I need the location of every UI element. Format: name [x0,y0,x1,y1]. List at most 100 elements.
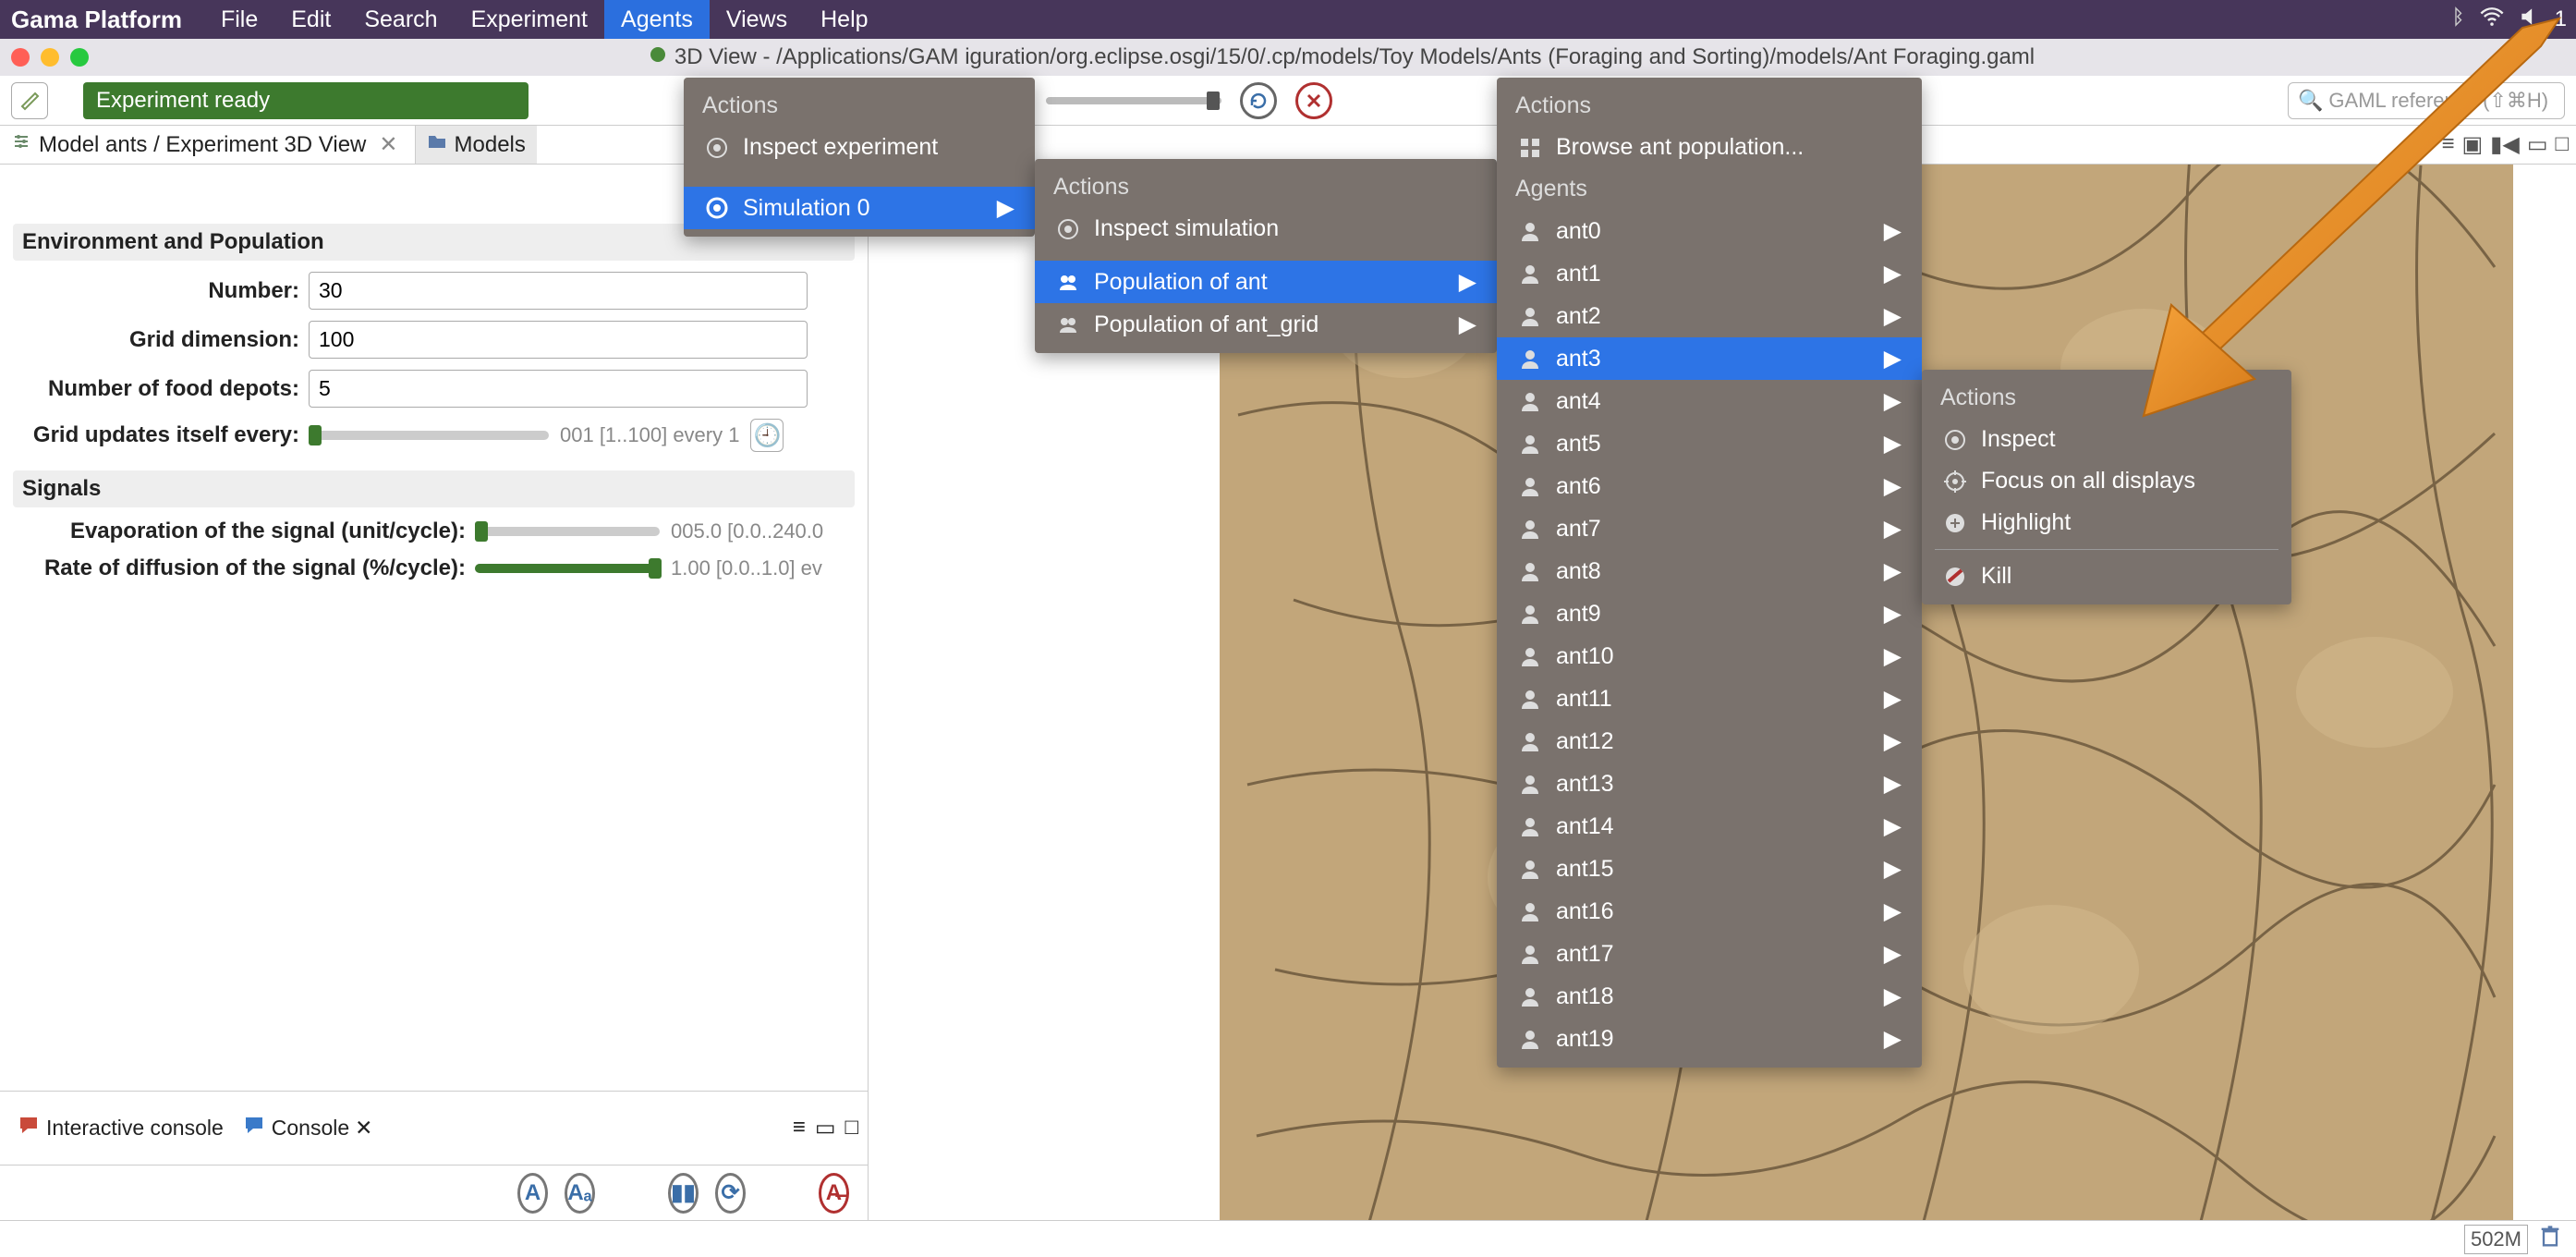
speed-slider[interactable] [1046,97,1221,104]
console-tab[interactable]: Console ✕ [233,1108,383,1149]
close-window-button[interactable] [11,48,30,67]
edit-button[interactable] [11,82,48,119]
view-tool-icon[interactable]: ▣ [2461,131,2483,158]
close-tab-icon[interactable]: ✕ [379,131,397,158]
view-tool-icon[interactable]: ≡ [2441,131,2454,158]
chevron-right-icon: ▶ [1884,770,1902,798]
console-tool-icon[interactable]: ≡ [793,1115,806,1141]
close-tab-icon[interactable]: ✕ [355,1116,372,1141]
agent-item-ant9[interactable]: ant9▶ [1497,592,1922,635]
trash-icon[interactable] [2537,1224,2563,1255]
refresh-button[interactable]: ⟳ [715,1173,746,1214]
memory-indicator: 502M [2464,1224,2563,1255]
kill-item[interactable]: Kill [1922,555,2291,597]
volume-icon[interactable] [2518,5,2542,35]
group-icon [1055,311,1081,337]
agent-item-ant12[interactable]: ant12▶ [1497,720,1922,763]
agent-label: ant17 [1556,941,1614,968]
text-size-inc-button[interactable]: A [517,1173,548,1214]
grid-dim-input[interactable] [309,321,808,359]
agent-item-ant10[interactable]: ant10▶ [1497,635,1922,677]
food-depots-input[interactable] [309,370,808,408]
grid-updates-label: Grid updates itself every: [13,422,309,448]
menu-agents[interactable]: Agents [604,0,710,39]
inspect-simulation-item[interactable]: Inspect simulation [1035,208,1497,250]
view-tool-icon[interactable]: □ [2556,131,2570,158]
reload-button[interactable] [1240,82,1277,119]
folder-tab[interactable]: Models [415,126,537,164]
agent-item-ant2[interactable]: ant2▶ [1497,295,1922,337]
person-icon [1517,261,1543,287]
agent-item-ant14[interactable]: ant14▶ [1497,805,1922,848]
chevron-right-icon: ▶ [1884,302,1902,330]
bluetooth-icon[interactable] [2446,6,2466,33]
agent-item-ant4[interactable]: ant4▶ [1497,380,1922,422]
chevron-right-icon: ▶ [1459,268,1476,296]
menu-experiment[interactable]: Experiment [455,0,604,39]
console-tool-icon[interactable]: ▭ [815,1115,836,1141]
grid-icon [1517,135,1543,161]
interactive-console-tab[interactable]: Interactive console [7,1108,233,1149]
clear-button[interactable]: A̶ [819,1173,849,1214]
agent-item-ant15[interactable]: ant15▶ [1497,848,1922,890]
agent-item-ant19[interactable]: ant19▶ [1497,1018,1922,1060]
agent-item-ant0[interactable]: ant0▶ [1497,210,1922,252]
browse-population-item[interactable]: Browse ant population... [1497,127,1922,168]
pause-button[interactable]: ▮▮ [668,1173,699,1214]
zoom-window-button[interactable] [70,48,89,67]
stop-button[interactable] [1295,82,1332,119]
chevron-right-icon: ▶ [1884,557,1902,585]
agent-item-ant5[interactable]: ant5▶ [1497,422,1922,465]
agent-item-ant18[interactable]: ant18▶ [1497,975,1922,1018]
population-ant-item[interactable]: Population of ant ▶ [1035,261,1497,303]
menu-edit[interactable]: Edit [274,0,347,39]
diff-slider[interactable] [475,564,660,573]
evap-slider[interactable] [475,527,660,536]
agent-item-ant8[interactable]: ant8 ▶ [1497,550,1922,592]
chevron-right-icon: ▶ [1884,685,1902,713]
person-icon [1517,346,1543,372]
text-size-dec-button[interactable]: Aₐ [565,1173,595,1214]
menu-search[interactable]: Search [347,0,454,39]
agent-label: ant8 [1556,558,1601,585]
food-depots-label: Number of food depots: [13,376,309,402]
agent-item-ant11[interactable]: ant11▶ [1497,677,1922,720]
highlight-item[interactable]: Highlight [1922,502,2291,543]
inspect-agent-item[interactable]: Inspect [1922,419,2291,460]
agent-item-ant13[interactable]: ant13▶ [1497,763,1922,805]
minimize-window-button[interactable] [41,48,59,67]
person-icon [1517,1026,1543,1052]
agent-item-ant7[interactable]: ant7▶ [1497,507,1922,550]
inspect-experiment-item[interactable]: Inspect experiment [684,127,1035,168]
simulation0-item[interactable]: Simulation 0 ▶ [684,187,1035,229]
chevron-right-icon: ▶ [1884,897,1902,925]
grid-updates-slider[interactable] [309,431,549,440]
macos-menubar: Gama Platform File Edit Search Experimen… [0,0,2576,39]
agent-item-ant16[interactable]: ant16▶ [1497,890,1922,933]
agent-item-ant6[interactable]: ant6▶ [1497,465,1922,507]
clock-icon[interactable]: 🕘 [750,419,784,452]
target-icon [1055,216,1081,242]
kill-label: Kill [1981,563,2011,590]
menu-file[interactable]: File [204,0,274,39]
target-icon [704,135,730,161]
agent-item-ant3[interactable]: ant3▶ [1497,337,1922,380]
menu-views[interactable]: Views [710,0,804,39]
view-tool-icon[interactable]: ▮◀ [2490,131,2520,158]
focus-displays-item[interactable]: Focus on all displays [1922,460,2291,502]
console-tool-icon[interactable]: □ [845,1115,859,1141]
population-antgrid-item[interactable]: Population of ant_grid ▶ [1035,303,1497,346]
agent-label: ant5 [1556,431,1601,458]
person-icon [1517,771,1543,797]
wifi-icon[interactable] [2479,4,2505,36]
gama-file-icon [649,44,667,70]
search-box[interactable]: 🔍 GAML reference (⇧⌘H) [2288,82,2565,119]
menu-help[interactable]: Help [804,0,884,39]
agent-actions-submenu: Actions Inspect Focus on all displays Hi… [1922,370,2291,604]
breadcrumb-tab[interactable]: Model ants / Experiment 3D View ✕ [0,126,409,164]
agent-item-ant1[interactable]: ant1▶ [1497,252,1922,295]
view-tool-icon[interactable]: ▭ [2527,131,2548,158]
agent-item-ant17[interactable]: ant17▶ [1497,933,1922,975]
number-input[interactable] [309,272,808,310]
highlight-label: Highlight [1981,509,2071,536]
